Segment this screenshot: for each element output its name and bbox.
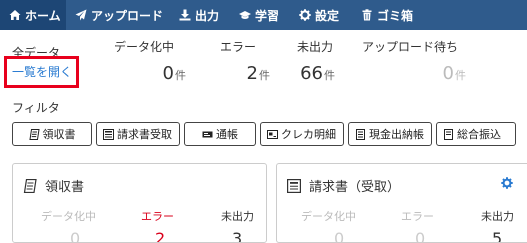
summary-processing-label: データ化中	[114, 40, 175, 54]
summary-processing: データ化中 0件	[114, 38, 186, 84]
invoice-card-title: 請求書（受取）	[287, 176, 400, 195]
summary-processing-value: 0件	[163, 63, 186, 84]
credit-card-icon	[267, 129, 278, 140]
filter-credit-card-label: クレカ明細	[281, 128, 336, 141]
receipt-error-label: エラー	[141, 210, 174, 223]
filter-passbook-button[interactable]: 通帳	[184, 122, 256, 146]
summary-unexported-label: 未出力	[297, 40, 334, 54]
filter-buttons: 領収書 請求書受取 通帳 クレカ明細 現金出納帳 総合振込	[12, 122, 516, 146]
filter-label: フィルタ	[12, 101, 60, 115]
filter-cash-book-label: 現金出納帳	[369, 128, 424, 141]
nav-export-label: 出力	[195, 8, 220, 23]
nav-settings-label: 設定	[315, 8, 340, 23]
invoice-card[interactable]: 請求書（受取） データ化中 エラー 未出力 0 0 5	[276, 163, 527, 243]
home-icon	[9, 9, 21, 21]
invoice-unexported-value: 5	[492, 229, 503, 243]
transfer-icon	[443, 128, 454, 140]
gear-icon	[299, 9, 311, 21]
nav-settings[interactable]: 設定	[290, 0, 352, 30]
invoice-processing-label: データ化中	[301, 210, 356, 223]
gear-icon[interactable]	[501, 177, 513, 189]
nav-trash-label: ゴミ箱	[377, 8, 414, 23]
filter-credit-card-button[interactable]: クレカ明細	[260, 122, 344, 146]
receipt-card[interactable]: 領収書 データ化中 エラー 未出力 0 2 3	[12, 163, 267, 243]
summary-awaiting-upload-label: アップロード待ち	[362, 40, 459, 54]
filter-transfer-button[interactable]: 総合振込	[436, 122, 516, 146]
receipt-icon	[23, 178, 37, 193]
receipt-processing-value: 0	[70, 229, 81, 243]
invoice-error-value: 0	[415, 229, 426, 243]
filter-cash-book-button[interactable]: 現金出納帳	[348, 122, 432, 146]
filter-receipt-label: 領収書	[42, 128, 76, 141]
filter-passbook-label: 通帳	[216, 128, 238, 141]
filter-transfer-label: 総合振込	[457, 128, 501, 141]
paper-plane-icon	[75, 9, 87, 21]
cash-book-icon	[355, 128, 366, 140]
summary-unexported-value: 66件	[300, 63, 335, 84]
summary-awaiting-upload-unit: 件	[455, 69, 466, 82]
summary-section: データ化中 0件 エラー 2件 未出力 66件 アップロード待ち 0件	[0, 38, 527, 94]
nav-home-label: ホーム	[25, 8, 61, 23]
summary-processing-number: 0	[162, 63, 174, 84]
summary-awaiting-upload-value: 0件	[443, 63, 466, 84]
summary-awaiting-upload: アップロード待ち 0件	[362, 38, 466, 84]
receipt-error-value: 2	[155, 229, 166, 243]
nav-trash[interactable]: ゴミ箱	[352, 0, 422, 30]
filter-invoice-label: 請求書受取	[117, 128, 172, 141]
nav-learning-label: 学習	[255, 8, 280, 23]
invoice-processing-value: 0	[334, 229, 345, 243]
nav-home[interactable]: ホーム	[0, 0, 66, 30]
nav-export[interactable]: 出力	[170, 0, 230, 30]
invoice-icon	[287, 178, 301, 193]
invoice-card-title-text: 請求書（受取）	[309, 180, 401, 195]
receipt-card-title: 領収書	[23, 176, 84, 195]
filter-invoice-button[interactable]: 請求書受取	[96, 122, 180, 146]
receipt-unexported-label: 未出力	[221, 210, 254, 223]
receipt-processing-label: データ化中	[41, 210, 96, 223]
top-navbar: ホーム アップロード 出力 学習 設定 ゴミ箱	[0, 0, 527, 30]
receipt-card-title-text: 領収書	[45, 180, 85, 195]
summary-error-label: エラー	[220, 40, 257, 54]
summary-unexported-number: 66	[300, 63, 323, 84]
summary-error-unit: 件	[259, 69, 270, 82]
receipt-icon	[28, 128, 40, 140]
invoice-error-label: エラー	[401, 210, 434, 223]
download-icon	[179, 9, 191, 21]
receipt-unexported-value: 3	[232, 229, 243, 243]
invoice-unexported-label: 未出力	[481, 210, 514, 223]
summary-unexported-unit: 件	[324, 69, 335, 82]
passbook-icon	[202, 129, 213, 140]
summary-unexported: 未出力 66件	[297, 38, 335, 84]
nav-learning[interactable]: 学習	[230, 0, 290, 30]
summary-error: エラー 2件	[220, 38, 270, 84]
graduation-cap-icon	[239, 9, 251, 21]
invoice-icon	[103, 128, 114, 140]
trash-icon	[361, 9, 373, 21]
summary-error-number: 2	[246, 63, 258, 84]
summary-error-value: 2件	[247, 63, 270, 84]
filter-receipt-button[interactable]: 領収書	[12, 122, 92, 146]
summary-awaiting-upload-number: 0	[442, 63, 454, 84]
summary-processing-unit: 件	[175, 69, 186, 82]
nav-upload[interactable]: アップロード	[66, 0, 170, 30]
nav-upload-label: アップロード	[91, 8, 164, 23]
